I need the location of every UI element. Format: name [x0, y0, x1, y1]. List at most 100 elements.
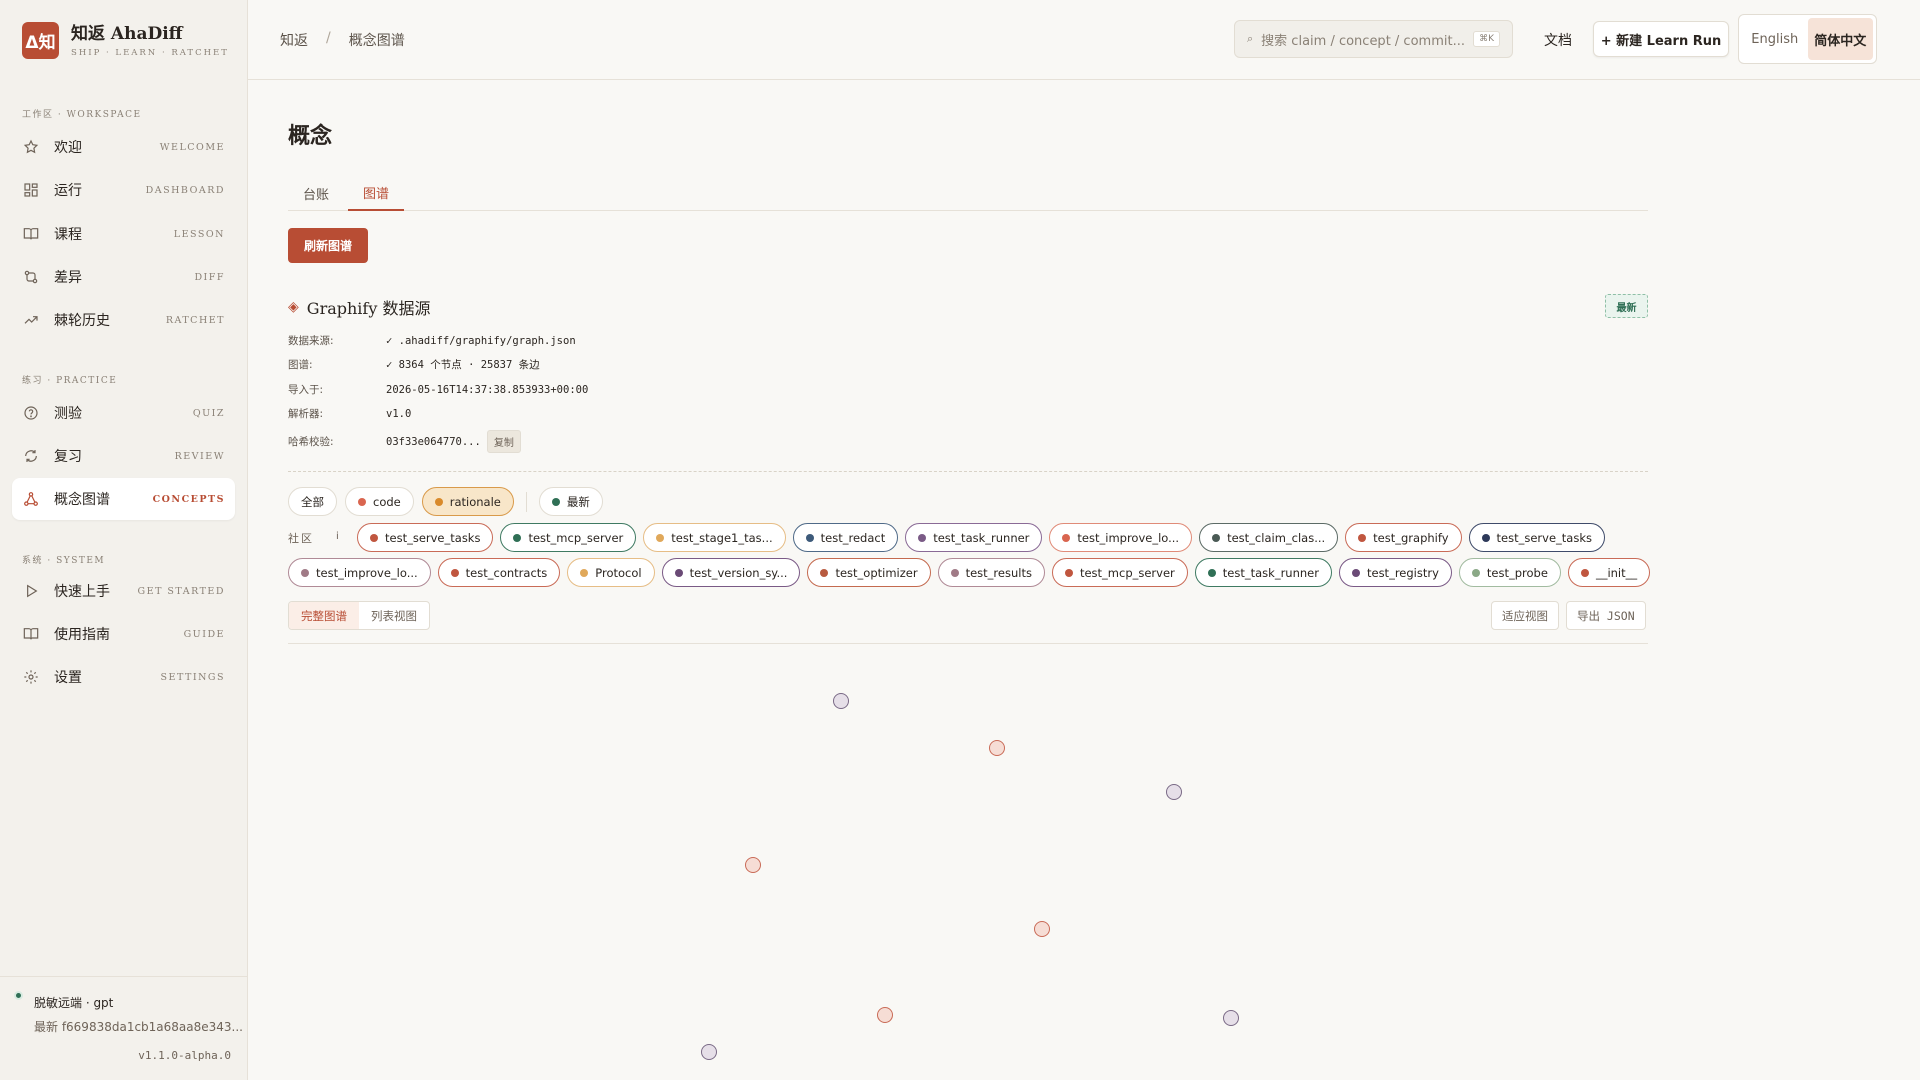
tab-graph[interactable]: 图谱	[348, 176, 404, 211]
filter-rationale[interactable]: rationale	[421, 487, 514, 516]
tab-ledger[interactable]: 台账	[288, 176, 344, 211]
community-pill[interactable]: test_serve_tasks	[1468, 523, 1605, 552]
divider	[525, 491, 527, 512]
sidebar-item-label: 棘轮历史	[54, 313, 110, 329]
fit-view-button[interactable]: 适应视图	[1491, 601, 1559, 630]
breadcrumb-current: 概念图谱	[348, 33, 405, 49]
community-pill[interactable]: test_registry	[1338, 558, 1452, 587]
sidebar-item-guide[interactable]: 使用指南 GUIDE	[12, 613, 235, 655]
community-label: test_serve_tasks	[1496, 530, 1592, 545]
filter-all[interactable]: 全部	[288, 487, 337, 516]
new-learn-run-button[interactable]: + 新建 Learn Run	[1593, 21, 1729, 57]
filter-code[interactable]: code	[345, 487, 414, 516]
graph-node[interactable]	[877, 1007, 893, 1023]
community-pill[interactable]: test_claim_clas...	[1199, 523, 1339, 552]
status-badge: 最新	[1605, 294, 1648, 318]
sidebar-item-label: 运行	[54, 183, 82, 199]
book-icon	[22, 625, 40, 643]
community-pill[interactable]: test_optimizer	[807, 558, 931, 587]
dot-icon	[301, 568, 309, 577]
community-pill[interactable]: test_mcp_server	[500, 523, 637, 552]
graph-node[interactable]	[701, 1044, 717, 1060]
search-input[interactable]: ⌕ 搜索 claim / concept / commit... ⌘K	[1234, 20, 1513, 58]
sidebar-item-tag: SETTINGS	[160, 671, 225, 683]
community-label: test_stage1_tas...	[671, 530, 773, 545]
community-pill[interactable]: test_improve_lo...	[1049, 523, 1193, 552]
community-pill[interactable]: Protocol	[567, 558, 655, 587]
community-pill[interactable]: test_graphify	[1345, 523, 1462, 552]
source-row-key: 数据来源:	[288, 335, 334, 347]
community-pill[interactable]: test_results	[937, 558, 1045, 587]
community-pill[interactable]: test_improve_lo...	[288, 558, 431, 587]
page-title: 概念	[288, 124, 333, 149]
sidebar-item-settings[interactable]: 设置 SETTINGS	[12, 656, 235, 698]
sidebar-item-tag: REVIEW	[174, 450, 225, 462]
full-graph-view-button[interactable]: 完整图谱	[289, 602, 359, 629]
community-label: test_results	[965, 565, 1032, 580]
brand[interactable]: Δ知 知返 AhaDiff SHIP · LEARN · RATCHET	[22, 22, 229, 59]
parser-row: 解析器: v1.0	[288, 406, 411, 421]
graph-node[interactable]	[833, 693, 849, 709]
dot-icon	[805, 533, 814, 542]
breadcrumb-home[interactable]: 知返	[280, 30, 308, 50]
lang-chinese[interactable]: 简体中文	[1807, 18, 1873, 60]
sidebar-item-tag: RATCHET	[165, 314, 225, 326]
dot-icon	[656, 533, 665, 542]
sidebar-item-get-started[interactable]: 快速上手 GET STARTED	[12, 570, 235, 612]
list-view-button[interactable]: 列表视图	[359, 602, 429, 629]
sidebar-item-label: 欢迎	[54, 140, 82, 156]
help-circle-icon	[22, 404, 40, 422]
section-label-workspace: 工作区 · WORKSPACE	[22, 110, 142, 120]
community-pill[interactable]: test_version_sy...	[661, 558, 801, 587]
topbar: 知返 / 概念图谱 ⌕ 搜索 claim / concept / commit.…	[248, 0, 1920, 80]
copy-hash-button[interactable]: 复制	[486, 430, 521, 453]
graph-node[interactable]	[1223, 1010, 1239, 1026]
concept-graph-canvas[interactable]	[288, 643, 1648, 1080]
search-shortcut: ⌘K	[1473, 31, 1500, 47]
sidebar-item-quiz[interactable]: 测验 QUIZ	[12, 392, 235, 434]
sidebar-item-label: 快速上手	[54, 584, 110, 600]
sidebar-item-concepts[interactable]: 概念图谱 CONCEPTS	[12, 478, 235, 520]
graph-node[interactable]	[745, 857, 761, 873]
dot-icon	[551, 497, 560, 506]
community-pill[interactable]: __init__	[1567, 558, 1651, 587]
trend-icon	[22, 311, 40, 329]
imported-row-value: 2026-05-16T14:37:38.853933+00:00	[386, 383, 589, 396]
source-header: ◈ Graphify 数据源	[288, 295, 430, 319]
community-label: test_probe	[1486, 565, 1548, 580]
community-pill[interactable]: test_serve_tasks	[357, 523, 494, 552]
graph-row: 图谱: ✓ 8364 个节点 · 25837 条边	[288, 357, 540, 372]
community-pill[interactable]: test_contracts	[437, 558, 561, 587]
sidebar-item-diff[interactable]: 差异 DIFF	[12, 256, 235, 298]
dot-icon	[674, 568, 683, 577]
community-label: Protocol	[595, 565, 642, 580]
graph-node[interactable]	[1166, 784, 1182, 800]
sidebar-item-ratchet[interactable]: 棘轮历史 RATCHET	[12, 299, 235, 341]
graph-row-value: ✓ 8364 个节点 · 25837 条边	[386, 359, 540, 371]
divider	[288, 471, 1648, 472]
community-pill[interactable]: test_redact	[792, 523, 899, 552]
dot-icon	[450, 568, 459, 577]
language-switch: English 简体中文	[1738, 14, 1877, 64]
graph-node[interactable]	[1034, 921, 1050, 937]
sidebar-item-lesson[interactable]: 课程 LESSON	[12, 213, 235, 255]
lang-english[interactable]: English	[1742, 18, 1808, 60]
community-pill[interactable]: test_stage1_tas...	[643, 523, 786, 552]
community-pill[interactable]: test_task_runner	[1194, 558, 1332, 587]
export-json-button[interactable]: 导出 JSON	[1566, 601, 1646, 630]
community-pill[interactable]: test_task_runner	[905, 523, 1043, 552]
sidebar: Δ知 知返 AhaDiff SHIP · LEARN · RATCHET 工作区…	[0, 0, 248, 1080]
version-label: v1.1.0-alpha.0	[138, 1049, 231, 1062]
community-label: test_improve_lo...	[1077, 530, 1180, 545]
sidebar-item-welcome[interactable]: 欢迎 WELCOME	[12, 126, 235, 168]
info-icon[interactable]: i	[336, 531, 339, 542]
sidebar-item-dashboard[interactable]: 运行 DASHBOARD	[12, 169, 235, 211]
sidebar-item-review[interactable]: 复习 REVIEW	[12, 435, 235, 477]
community-pill[interactable]: test_mcp_server	[1051, 558, 1188, 587]
filter-latest[interactable]: 最新	[538, 487, 603, 516]
community-pill[interactable]: test_probe	[1458, 558, 1561, 587]
graph-node[interactable]	[989, 740, 1005, 756]
graph-row-key: 图谱:	[288, 359, 313, 371]
docs-link[interactable]: 文档	[1544, 30, 1572, 50]
refresh-graph-button[interactable]: 刷新图谱	[288, 228, 368, 263]
